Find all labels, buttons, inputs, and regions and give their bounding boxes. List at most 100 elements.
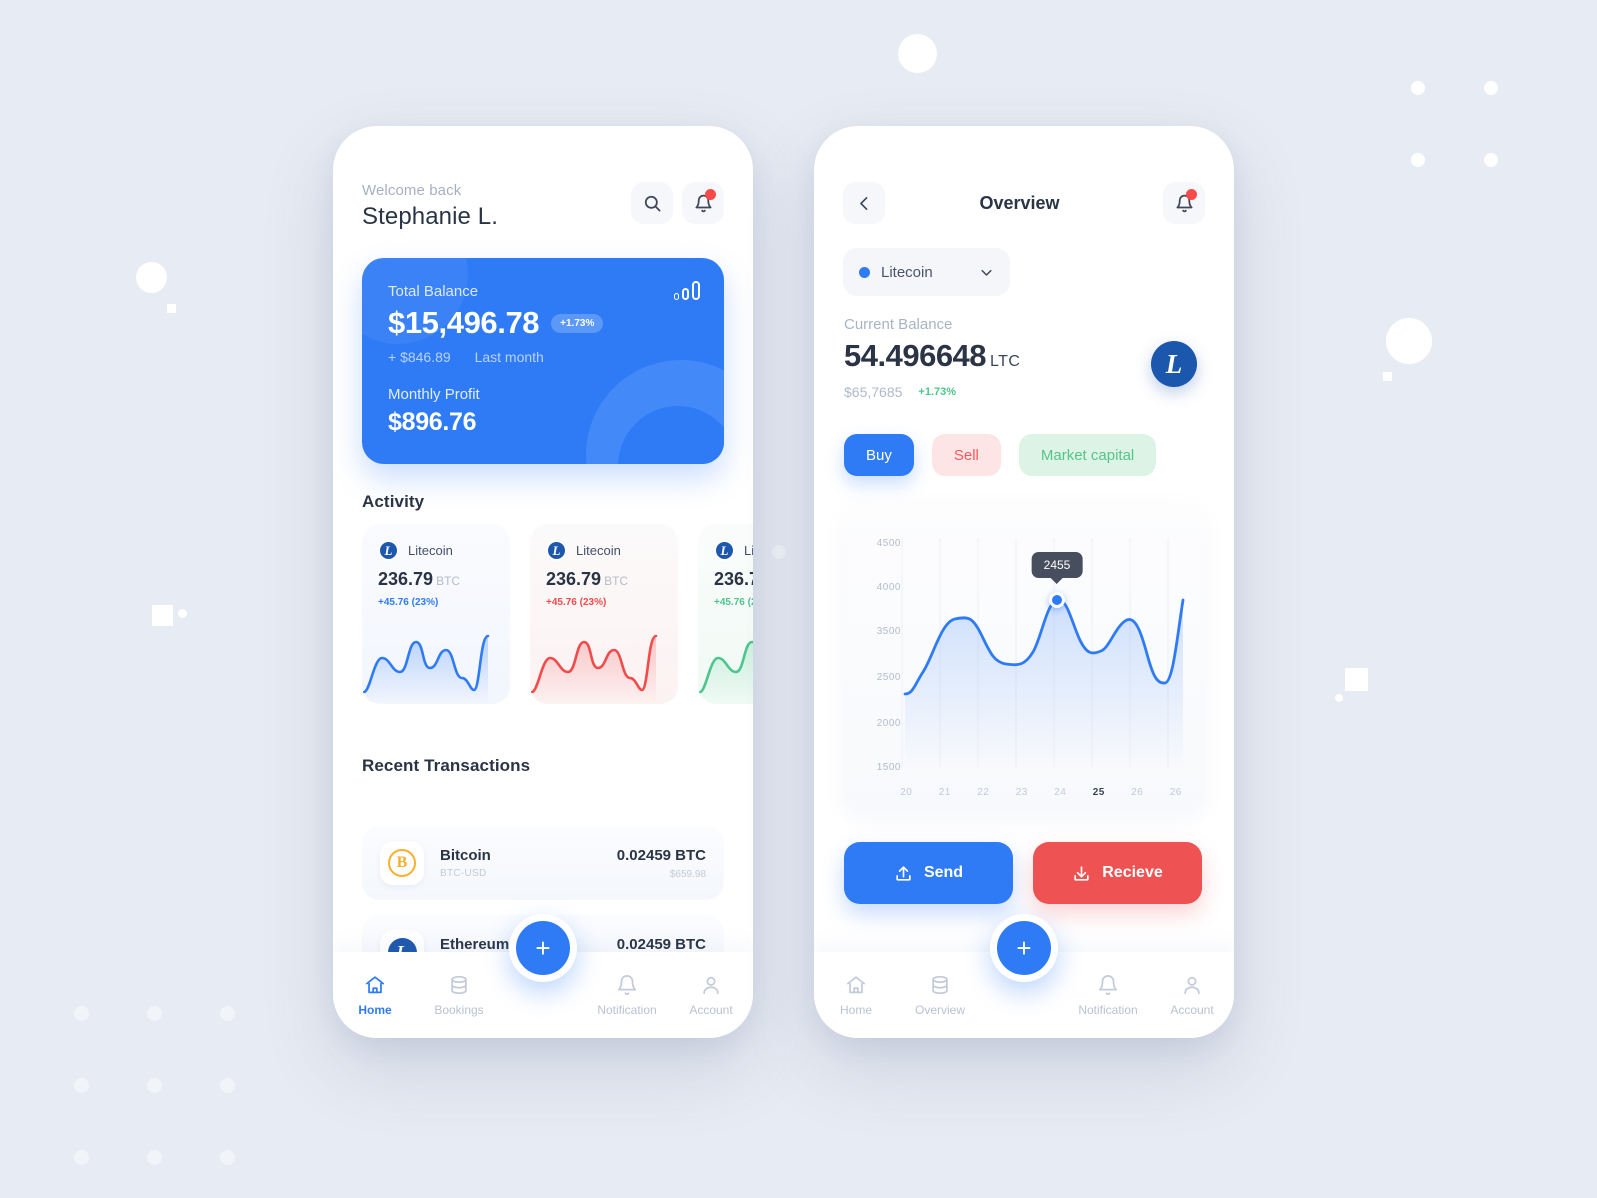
- activity-amount: 236.79: [546, 569, 602, 589]
- nav-label: Overview: [914, 1002, 965, 1017]
- notification-badge: [1186, 189, 1197, 200]
- database-icon: [932, 975, 948, 994]
- add-button[interactable]: +: [516, 921, 570, 975]
- balance-change-badge: +1.73%: [551, 313, 604, 333]
- x-tick: 22: [977, 787, 990, 798]
- deco-dot-bl-6: [220, 1078, 235, 1093]
- current-balance-unit: LTC: [990, 353, 1021, 370]
- total-balance-card[interactable]: Total Balance $15,496.78 +1.73% + $846.8…: [362, 258, 724, 464]
- y-tick: 4000: [876, 582, 901, 593]
- wallet-actions: Send Recieve: [844, 842, 1202, 904]
- deco-dot-tr-4: [1484, 153, 1498, 167]
- bell-icon: [1098, 974, 1118, 995]
- send-button[interactable]: Send: [844, 842, 1013, 904]
- y-tick: 1500: [876, 762, 901, 773]
- deco-dot-bl-9: [220, 1150, 235, 1165]
- download-icon: [1074, 865, 1089, 881]
- fab-wrapper: +: [509, 914, 577, 982]
- greeting-text: Welcome back: [362, 182, 462, 199]
- send-label: Send: [923, 864, 964, 881]
- deco-dot-mid: [772, 545, 786, 559]
- notification-badge: [705, 189, 716, 200]
- current-balance-amount: 54.496648: [844, 338, 987, 373]
- market-capital-button[interactable]: Market capital: [1018, 434, 1157, 476]
- activity-coin-name: Litecoin: [744, 543, 753, 558]
- litecoin-icon: L: [714, 540, 735, 561]
- user-name: Stephanie L.: [362, 203, 498, 230]
- current-balance-change: +1.73%: [918, 386, 957, 398]
- transaction-usd: $659.98: [669, 868, 706, 880]
- overview-header: Overview: [843, 182, 1205, 224]
- fab-halo: +: [509, 914, 577, 982]
- receive-button[interactable]: Recieve: [1033, 842, 1202, 904]
- nav-item-home[interactable]: Home: [333, 974, 417, 1017]
- nav-label: Account: [1170, 1002, 1214, 1017]
- activity-unit: BTC: [436, 574, 461, 588]
- sell-button[interactable]: Sell: [931, 434, 1001, 476]
- monthly-profit-amount: $896.76: [388, 408, 477, 436]
- nav-label: Notification: [597, 1002, 657, 1017]
- activity-card[interactable]: L Litecoin 236.79BTC +45.76 (23%): [530, 524, 678, 704]
- price-chart-card[interactable]: 4500 4000 3500 2500 2000 1500 20 21 22 2…: [843, 502, 1205, 812]
- nav-item-notification[interactable]: Notification: [1066, 974, 1150, 1017]
- deco-dot-right: [1335, 694, 1343, 702]
- transaction-icon-wrap: B: [380, 841, 424, 885]
- deco-circle-right: [1386, 318, 1432, 364]
- current-balance-usd: $65,7685: [844, 384, 903, 400]
- coin-selector[interactable]: Litecoin: [843, 248, 1010, 296]
- upload-icon: [896, 865, 911, 881]
- add-button[interactable]: +: [997, 921, 1051, 975]
- nav-label: Home: [839, 1002, 872, 1017]
- transaction-name: Bitcoin: [440, 847, 491, 864]
- activity-change: +45.76 (23%): [714, 597, 753, 608]
- y-tick: 4500: [876, 538, 901, 549]
- transaction-pair: BTC-USD: [440, 868, 487, 879]
- nav-item-bookings[interactable]: Bookings: [417, 974, 501, 1017]
- activity-card[interactable]: L Litecoin 236.79BTC +45.76 (23%): [362, 524, 510, 704]
- x-tick: 26: [1131, 787, 1144, 798]
- home-icon: [365, 975, 385, 993]
- total-balance-amount: $15,496.78: [388, 305, 540, 340]
- chevron-down-icon: [981, 269, 992, 276]
- chart-data-point[interactable]: [1049, 592, 1065, 608]
- activity-value: 236.79BTC: [698, 569, 753, 590]
- activity-amount: 236.79: [714, 569, 753, 589]
- bitcoin-icon: B: [388, 849, 416, 877]
- back-button[interactable]: [843, 182, 885, 224]
- notifications-button[interactable]: [1163, 182, 1205, 224]
- deco-dot-tr-3: [1411, 153, 1425, 167]
- x-tick: 20: [900, 787, 913, 798]
- nav-item-overview[interactable]: Overview: [898, 974, 982, 1017]
- x-tick: 23: [1015, 787, 1028, 798]
- search-icon: [644, 195, 660, 211]
- balance-card-content: Total Balance $15,496.78 +1.73% + $846.8…: [362, 258, 724, 462]
- chart-x-axis: 20 21 22 23 24 25 26 26: [887, 787, 1195, 798]
- activity-card[interactable]: L Litecoin 236.79BTC +45.76 (23%): [698, 524, 753, 704]
- current-balance-sub: $65,7685 +1.73%: [844, 384, 956, 400]
- activity-title: Activity: [362, 492, 425, 511]
- search-button[interactable]: [631, 182, 673, 224]
- phone-overview-screen: Overview Litecoin Current Balance 54.496…: [814, 126, 1234, 1038]
- table-row[interactable]: B Bitcoin BTC-USD 0.02459 BTC $659.98: [362, 826, 724, 900]
- fab-wrapper: +: [990, 914, 1058, 982]
- deco-dot-bl-7: [74, 1150, 89, 1165]
- activity-unit: BTC: [604, 574, 629, 588]
- deco-dot-tr-1: [1411, 81, 1425, 95]
- litecoin-icon: L: [378, 540, 399, 561]
- y-tick: 3500: [876, 626, 901, 637]
- nav-item-notification[interactable]: Notification: [585, 974, 669, 1017]
- nav-item-account[interactable]: Account: [669, 974, 753, 1017]
- deco-square-left: [152, 605, 173, 626]
- greeting-block: Welcome back Stephanie L.: [362, 182, 498, 231]
- canvas: Welcome back Stephanie L. Total Balance …: [0, 0, 1597, 1198]
- deco-dot-bl-5: [147, 1078, 162, 1093]
- buy-button[interactable]: Buy: [844, 434, 914, 476]
- nav-item-account[interactable]: Account: [1150, 974, 1234, 1017]
- activity-change: +45.76 (23%): [546, 597, 607, 608]
- deco-square-small: [167, 304, 176, 313]
- deco-dot-tr-2: [1484, 81, 1498, 95]
- deco-dot-bl-8: [147, 1150, 162, 1165]
- nav-item-home[interactable]: Home: [814, 974, 898, 1017]
- activity-amount: 236.79: [378, 569, 434, 589]
- notifications-button[interactable]: [682, 182, 724, 224]
